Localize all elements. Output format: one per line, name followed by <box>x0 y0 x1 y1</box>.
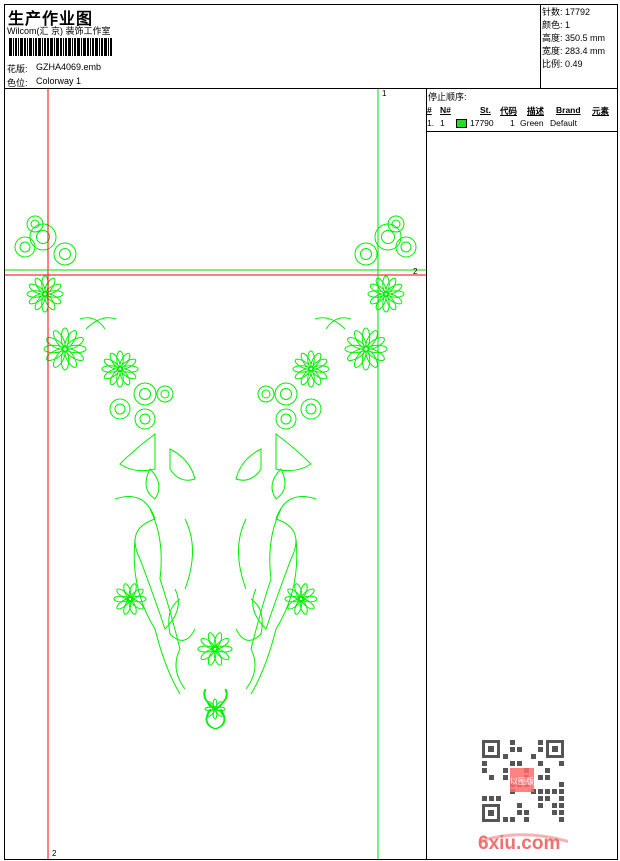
watermark-site: 6xiu.com <box>478 833 560 854</box>
flower-motif <box>101 350 139 388</box>
stat-height: 高度: 350.5 mm <box>542 33 606 43</box>
stat-colors: 颜色: 1 <box>542 20 571 30</box>
design-label: 花版: <box>7 64 28 74</box>
row-brand: Default <box>550 118 577 128</box>
col-n: N# <box>440 105 451 115</box>
flower-motif <box>43 327 87 371</box>
col-element: 元素 <box>592 106 610 116</box>
stat-scale: 比例: 0.49 <box>542 59 583 69</box>
row-index: 1. <box>427 118 435 128</box>
colorway-value: Colorway 1 <box>36 76 82 86</box>
col-brand: Brand <box>556 105 581 115</box>
watermark-area: 以图版 6xiu.com <box>478 740 568 854</box>
col-stitches: St. <box>480 105 491 115</box>
guide-label-green: 1 <box>382 89 387 98</box>
stat-width: 宽度: 283.4 mm <box>542 46 606 56</box>
col-index: # <box>427 105 432 115</box>
embroidery-design-canvas[interactable]: 1 2 2 6xiu.com <box>5 89 426 859</box>
row-stitches: 17790 <box>470 118 494 128</box>
row-description: Green <box>520 118 544 128</box>
flower-motif <box>26 275 64 313</box>
guide-label-red-right: 2 <box>413 267 418 276</box>
row-code: 1 <box>510 118 515 128</box>
panel-divider <box>426 89 427 859</box>
stat-stitches: 针数: 17792 <box>542 7 591 17</box>
studio-name: Wilcom(汇 京) 装饰工作室 <box>7 26 111 36</box>
embroidery-design <box>14 215 417 730</box>
guide-label-red-bottom: 2 <box>52 849 57 858</box>
stop-sequence-title: 停止顺序: <box>428 92 467 102</box>
table-divider <box>427 131 617 132</box>
stop-sequence-header: # N# St. 代码 描述 Brand 元素 <box>427 105 617 117</box>
table-row[interactable]: 1. 1 17790 1 Green Default <box>427 117 617 129</box>
stats-panel: 针数: 17792 颜色: 1 高度: 350.5 mm 宽度: 283.4 m… <box>542 6 605 71</box>
color-swatch <box>456 118 467 128</box>
col-description: 描述 <box>527 106 545 116</box>
stats-divider <box>540 4 541 89</box>
row-n: 1 <box>440 118 445 128</box>
barcode <box>9 38 151 56</box>
flower-motif <box>197 632 233 666</box>
flower-motif <box>344 327 388 371</box>
col-code: 代码 <box>500 106 518 116</box>
design-file: GZHA4069.emb <box>36 62 102 72</box>
flower-motif <box>367 275 405 313</box>
colorway-label: 色位: <box>7 78 28 88</box>
flower-motif <box>292 350 330 388</box>
stop-sequence-panel: 停止顺序: # N# St. 代码 描述 Brand 元素 1. 1 17790… <box>427 89 617 132</box>
stamp-text: 以图版 <box>510 776 534 786</box>
